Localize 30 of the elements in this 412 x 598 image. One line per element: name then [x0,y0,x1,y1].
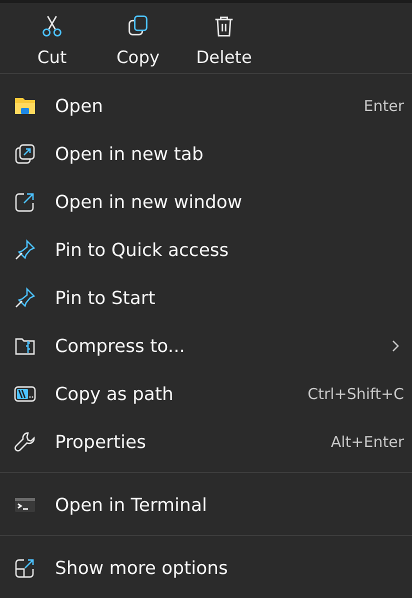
wrench-icon [13,430,37,454]
pin-icon [13,238,37,262]
menu-item[interactable]: Pin to Start [0,274,412,322]
toolbar-button[interactable]: Delete [182,11,266,73]
menu-item[interactable]: Pin to Quick access [0,226,412,274]
toolbar-button[interactable]: Copy [96,11,180,73]
menu-label: Show more options [55,556,228,580]
toolbar-button[interactable]: Cut [10,11,94,73]
menu-label: Copy as path [55,382,174,406]
new-tab-icon [13,142,37,166]
menu-label: Open in new tab [55,142,204,166]
menu-item[interactable]: Compress to... [0,322,412,370]
menu-label: Open [55,94,104,118]
menu-item[interactable]: Copy as path Ctrl+Shift+C [0,370,412,418]
menu-item[interactable]: Open Enter [0,82,412,130]
menu-item[interactable]: Properties Alt+Enter [0,418,412,466]
menu-label: Pin to Start [55,286,156,310]
menu-item[interactable]: Show more options [0,544,412,592]
menu-label: Pin to Quick access [55,238,229,262]
shortcut-text: Ctrl+Shift+C [308,384,404,405]
menu-label: Open in new window [55,190,242,214]
menu-label: Open in Terminal [55,494,207,518]
shortcut-text: Enter [364,96,404,117]
pin-icon [13,286,37,310]
menu-item[interactable]: Open in Terminal [0,481,412,529]
shortcut-text: Alt+Enter [330,432,404,453]
menu-label: Properties [55,430,146,454]
menu-label: Compress to... [55,334,186,358]
menu-item[interactable]: Open in new tab [0,130,412,178]
menu-item[interactable]: Open in new window [0,178,412,226]
